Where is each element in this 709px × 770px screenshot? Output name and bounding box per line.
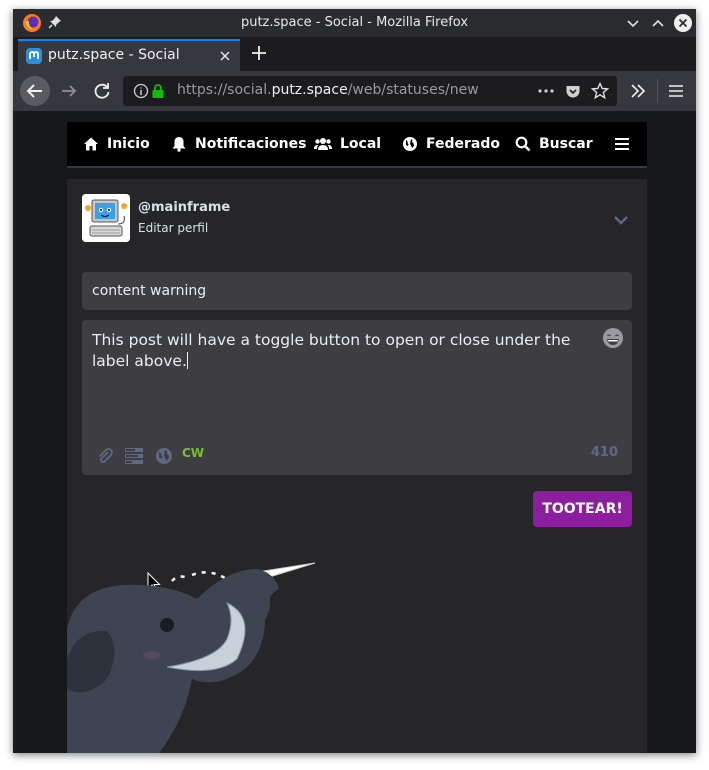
chevron-down-icon[interactable] — [613, 212, 629, 228]
nav-item-inicio[interactable]: Inicio — [83, 122, 150, 166]
emoji-picker-icon[interactable] — [602, 327, 624, 349]
url-path: /web/statuses/new — [347, 82, 479, 98]
close-window-icon[interactable] — [673, 13, 693, 33]
nav-item-notificaciones[interactable]: Notificaciones — [171, 122, 306, 166]
account-handle[interactable]: @mainframe — [138, 200, 230, 215]
navigation-toolbar: https://social.putz.space/web/statuses/n… — [13, 71, 696, 111]
url-text[interactable]: https://social.putz.space/web/statuses/n… — [177, 82, 479, 98]
poll-icon[interactable] — [125, 447, 143, 465]
back-button[interactable] — [20, 76, 50, 106]
computer-mascot-avatar — [82, 194, 130, 242]
window-title: putz.space - Social - Mozilla Firefox — [240, 15, 469, 30]
reload-icon[interactable] — [92, 81, 112, 101]
nav-label-local: Local — [340, 136, 382, 152]
tab-label: putz.space - Social — [48, 47, 180, 63]
browser-menu-icon[interactable] — [668, 83, 684, 99]
nav-menu-button[interactable] — [615, 122, 637, 166]
edit-profile-link[interactable]: Editar perfil — [138, 221, 208, 235]
new-tab-icon[interactable] — [249, 43, 269, 63]
search-icon — [515, 136, 531, 152]
lock-icon — [152, 84, 164, 98]
compose-panel: @mainframe Editar perfil content warning… — [67, 179, 647, 753]
browser-window: putz.space - Social - Mozilla Firefox pu… — [13, 9, 696, 753]
back-arrow-icon — [26, 84, 42, 98]
nav-item-buscar[interactable]: Buscar — [515, 122, 593, 166]
url-prefix: https://social. — [177, 82, 272, 98]
character-counter: 410 — [590, 445, 618, 460]
mastodon-nav-bar: Inicio Notificaciones Local Federado Bus… — [67, 122, 647, 168]
page-actions-icon[interactable] — [537, 83, 555, 99]
elephant-mascot-illustration — [67, 562, 316, 753]
home-icon — [84, 137, 98, 151]
avatar[interactable] — [82, 194, 130, 242]
nav-label-buscar: Buscar — [539, 136, 593, 152]
tab-bar: putz.space - Social — [13, 37, 696, 71]
page-content: Inicio Notificaciones Local Federado Bus… — [16, 111, 696, 753]
compose-textarea-content: This post will have a toggle button to o… — [92, 330, 592, 372]
forward-arrow-icon[interactable] — [59, 81, 79, 101]
bookmark-star-icon[interactable] — [591, 82, 609, 100]
compose-textarea[interactable]: This post will have a toggle button to o… — [82, 320, 632, 475]
content-warning-input[interactable]: content warning — [82, 272, 632, 310]
globe-icon — [403, 137, 417, 151]
maximize-icon[interactable] — [650, 15, 666, 31]
toolbar-divider — [657, 79, 658, 103]
users-icon — [314, 138, 332, 150]
globe-icon[interactable] — [155, 447, 173, 465]
minimize-icon[interactable] — [625, 15, 641, 31]
mastodon-favicon-icon — [26, 48, 42, 64]
site-info-icon[interactable] — [133, 83, 149, 99]
tab-close-icon[interactable] — [218, 49, 232, 63]
url-bar[interactable]: https://social.putz.space/web/statuses/n… — [123, 76, 617, 106]
overflow-chevron-icon[interactable] — [629, 82, 647, 100]
pocket-icon[interactable] — [565, 83, 581, 99]
tab-active[interactable]: putz.space - Social — [18, 39, 240, 71]
toot-submit-button[interactable]: TOOTEAR! — [533, 491, 632, 527]
text-caret — [186, 352, 188, 369]
nav-label-federado: Federado — [426, 136, 500, 152]
nav-label-inicio: Inicio — [107, 136, 150, 152]
title-bar: putz.space - Social - Mozilla Firefox — [13, 9, 696, 37]
bell-icon — [172, 137, 186, 152]
paperclip-icon[interactable] — [96, 447, 114, 465]
nav-item-local[interactable]: Local — [314, 122, 381, 166]
hamburger-icon — [615, 138, 629, 150]
nav-item-federado[interactable]: Federado — [402, 122, 500, 166]
nav-label-notificaciones: Notificaciones — [195, 136, 307, 152]
url-domain: putz.space — [271, 82, 348, 98]
compose-text: This post will have a toggle button to o… — [92, 331, 571, 370]
cw-toggle-button[interactable]: CW — [182, 446, 204, 460]
